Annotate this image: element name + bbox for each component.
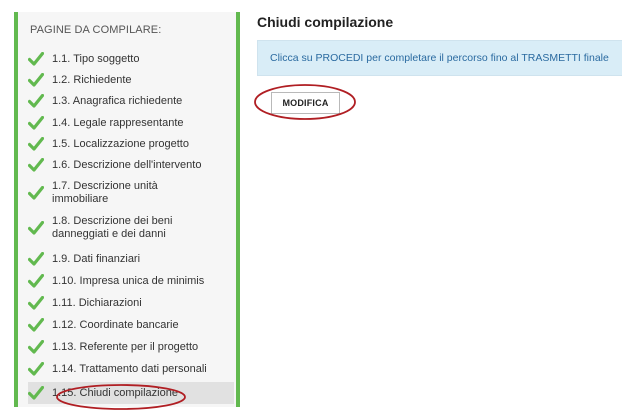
check-icon (28, 185, 44, 201)
sidebar: PAGINE DA COMPILARE: 1.1. Tipo soggetto … (14, 12, 240, 407)
check-icon (28, 317, 44, 333)
sidebar-item-label: 1.1. Tipo soggetto (52, 52, 140, 65)
check-icon (28, 136, 44, 152)
sidebar-item-label: 1.11. Dichiarazioni (52, 296, 142, 309)
sidebar-item-richiedente[interactable]: 1.2. Richiedente (28, 71, 234, 89)
sidebar-item-anagrafica-richiedente[interactable]: 1.3. Anagrafica richiedente (28, 92, 234, 110)
sidebar-title: PAGINE DA COMPILARE: (30, 24, 162, 36)
sidebar-item-legale-rappresentante[interactable]: 1.4. Legale rappresentante (28, 114, 234, 132)
sidebar-item-referente-progetto[interactable]: 1.13. Referente per il progetto (28, 338, 234, 356)
check-icon (28, 339, 44, 355)
sidebar-item-label: 1.14. Trattamento dati personali (52, 362, 207, 375)
sidebar-item-label: 1.6. Descrizione dell'intervento (52, 158, 202, 171)
sidebar-item-label: 1.15. Chiudi compilazione (52, 386, 178, 399)
modifica-button[interactable]: MODIFICA (271, 92, 340, 114)
sidebar-item-label: 1.4. Legale rappresentante (52, 116, 184, 129)
check-icon (28, 251, 44, 267)
sidebar-item-descrizione-unita-immobiliare[interactable]: 1.7. Descrizione unità immobiliare (28, 177, 234, 209)
sidebar-item-label: 1.13. Referente per il progetto (52, 340, 199, 353)
check-icon (28, 220, 44, 236)
sidebar-item-label: 1.12. Coordinate bancarie (52, 318, 179, 331)
sidebar-item-label: 1.8. Descrizione dei beni danneggiati e … (52, 215, 173, 240)
sidebar-item-impresa-unica-de-minimis[interactable]: 1.10. Impresa unica de minimis (28, 272, 234, 290)
sidebar-item-label: 1.10. Impresa unica de minimis (52, 274, 205, 287)
check-icon (28, 273, 44, 289)
sidebar-item-dati-finanziari[interactable]: 1.9. Dati finanziari (28, 250, 234, 268)
sidebar-item-label: 1.7. Descrizione unità immobiliare (52, 180, 158, 205)
sidebar-item-label: 1.9. Dati finanziari (52, 252, 141, 265)
check-icon (28, 361, 44, 377)
sidebar-item-label: 1.3. Anagrafica richiedente (52, 94, 183, 107)
sidebar-item-trattamento-dati-personali[interactable]: 1.14. Trattamento dati personali (28, 360, 234, 378)
check-icon (28, 115, 44, 131)
check-icon (28, 51, 44, 67)
check-icon (28, 295, 44, 311)
check-icon (28, 385, 44, 401)
info-alert: Clicca su PROCEDI per completare il perc… (257, 40, 622, 76)
sidebar-item-descrizione-beni-danneggiati[interactable]: 1.8. Descrizione dei beni danneggiati e … (28, 212, 234, 244)
sidebar-item-localizzazione-progetto[interactable]: 1.5. Localizzazione progetto (28, 135, 234, 153)
page-title: Chiudi compilazione (257, 14, 394, 30)
sidebar-item-label: 1.5. Localizzazione progetto (52, 137, 189, 150)
check-icon (28, 93, 44, 109)
sidebar-item-dichiarazioni[interactable]: 1.11. Dichiarazioni (28, 294, 234, 312)
sidebar-item-label: 1.2. Richiedente (52, 73, 132, 86)
sidebar-item-coordinate-bancarie[interactable]: 1.12. Coordinate bancarie (28, 316, 234, 334)
sidebar-item-tipo-soggetto[interactable]: 1.1. Tipo soggetto (28, 50, 234, 68)
sidebar-item-descrizione-intervento[interactable]: 1.6. Descrizione dell'intervento (28, 156, 234, 174)
check-icon (28, 157, 44, 173)
check-icon (28, 72, 44, 88)
